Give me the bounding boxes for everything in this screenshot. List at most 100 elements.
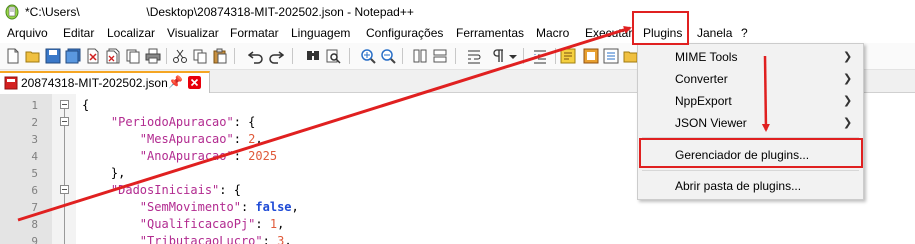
annotation-highlight-plugins-menu — [632, 11, 689, 45]
toolbar-separator — [234, 48, 235, 64]
line-number-gutter: 1 2 3 4 5 6 7 8 9 — [0, 94, 52, 244]
menu-macro[interactable]: Macro — [536, 26, 569, 41]
code-line-4: "AnoApuracao": 2025 — [139, 149, 278, 163]
menu-item-open-plugins-folder[interactable]: Abrir pasta de plugins... — [675, 179, 801, 193]
menu-formatar[interactable]: Formatar — [230, 26, 279, 41]
line-number: 1 — [31, 99, 38, 112]
zoom-out-icon[interactable] — [380, 48, 396, 64]
json-key: "SemMovimento" — [139, 200, 241, 214]
json-key: "MesApuracao" — [139, 132, 234, 146]
save-all-icon[interactable] — [65, 48, 81, 64]
annotation-highlight-plugins-admin — [639, 138, 863, 168]
chevron-right-icon: ❯ — [843, 72, 853, 85]
toolbar-separator — [455, 48, 456, 64]
json-key: "DadosIniciais" — [110, 183, 220, 197]
code-line-7: "SemMovimento": false, — [139, 200, 299, 214]
toolbar-separator — [349, 48, 350, 64]
new-file-icon[interactable] — [5, 48, 21, 64]
menu-item-converter[interactable]: Converter — [675, 72, 728, 86]
show-all-chars-icon[interactable] — [490, 48, 506, 64]
line-number: 8 — [31, 218, 38, 231]
plugins-dropdown-menu: MIME Tools ❯ Converter ❯ NppExport ❯ JSO… — [637, 43, 864, 200]
menu-janela[interactable]: Janela — [697, 26, 732, 41]
undo-icon[interactable] — [248, 48, 264, 64]
fold-guide-line — [64, 106, 65, 244]
copy-icon[interactable] — [192, 48, 208, 64]
line-number: 2 — [31, 116, 38, 129]
pin-icon[interactable]: 📌 — [168, 75, 183, 89]
toolbar-separator — [166, 48, 167, 64]
close-all-icon[interactable] — [105, 48, 121, 64]
toolbar-separator — [402, 48, 403, 64]
fold-toggle[interactable] — [60, 117, 69, 126]
file-modified-icon — [4, 76, 18, 90]
notepadpp-app-icon — [5, 4, 19, 20]
open-file-icon[interactable] — [25, 48, 41, 64]
json-key: "PeriodoApuracao" — [110, 115, 234, 129]
chevron-right-icon: ❯ — [843, 50, 853, 63]
menu-separator — [642, 170, 859, 171]
tab-file[interactable]: 20874318-MIT-202502.json 📌 — [0, 71, 210, 93]
doc-map-icon[interactable] — [583, 48, 599, 64]
menu-item-json-viewer[interactable]: JSON Viewer — [675, 116, 747, 130]
menu-editar[interactable]: Editar — [63, 26, 94, 41]
line-number: 6 — [31, 184, 38, 197]
menu-ferramentas[interactable]: Ferramentas — [456, 26, 524, 41]
udl-icon[interactable] — [560, 48, 576, 64]
fold-toggle[interactable] — [60, 100, 69, 109]
line-number: 9 — [31, 235, 38, 244]
json-brace: }, — [110, 166, 126, 180]
json-bool: false — [255, 200, 292, 214]
line-number: 7 — [31, 201, 38, 214]
word-wrap-icon[interactable] — [466, 48, 482, 64]
chevron-down-icon[interactable] — [508, 48, 518, 64]
close-tab-icon[interactable] — [188, 76, 201, 89]
copy-file-icon[interactable] — [125, 48, 141, 64]
menu-localizar[interactable]: Localizar — [107, 26, 155, 41]
code-line-5: }, — [82, 165, 125, 182]
replace-icon[interactable] — [325, 48, 341, 64]
menu-help[interactable]: ? — [741, 26, 748, 41]
code-line-6: "DadosIniciais": { — [110, 183, 241, 197]
code-line-3: "MesApuracao": 2, — [139, 132, 263, 146]
chevron-right-icon: ❯ — [843, 94, 853, 107]
json-key: "TributacaoLucro" — [139, 234, 263, 244]
paste-icon[interactable] — [212, 48, 228, 64]
title-bar: *C:\Users\ \Desktop\20874318-MIT-202502.… — [0, 0, 915, 24]
menu-item-nppexport[interactable]: NppExport — [675, 94, 732, 108]
line-number: 3 — [31, 133, 38, 146]
menu-configuracoes[interactable]: Configurações — [366, 26, 443, 41]
line-number: 4 — [31, 150, 38, 163]
code-line-2: "PeriodoApuracao": { — [110, 115, 256, 129]
line-number: 5 — [31, 167, 38, 180]
json-number: 2025 — [248, 149, 278, 163]
toolbar-separator — [523, 48, 524, 64]
print-icon[interactable] — [145, 48, 161, 64]
redo-icon[interactable] — [268, 48, 284, 64]
sync-vertical-icon[interactable] — [412, 48, 428, 64]
tab-filename: 20874318-MIT-202502.json — [21, 76, 168, 90]
json-key: "QualificacaoPj" — [139, 217, 256, 231]
save-icon[interactable] — [45, 48, 61, 64]
json-number: 1 — [269, 217, 278, 231]
fold-toggle[interactable] — [60, 185, 69, 194]
code-line-8: "QualificacaoPj": 1, — [139, 217, 285, 231]
indent-guide-icon[interactable] — [532, 48, 548, 64]
chevron-right-icon: ❯ — [843, 116, 853, 129]
menu-bar: Arquivo Editar Localizar Visualizar Form… — [0, 24, 915, 43]
close-file-icon[interactable] — [85, 48, 101, 64]
zoom-in-icon[interactable] — [360, 48, 376, 64]
menu-executar[interactable]: Executar — [585, 26, 632, 41]
menu-arquivo[interactable]: Arquivo — [7, 26, 48, 41]
menu-linguagem[interactable]: Linguagem — [291, 26, 350, 41]
find-icon[interactable] — [305, 48, 321, 64]
function-list-icon[interactable] — [603, 48, 619, 64]
code-line-9: "TributacaoLucro": 3, — [82, 233, 292, 244]
menu-visualizar[interactable]: Visualizar — [167, 26, 219, 41]
menu-item-mime-tools[interactable]: MIME Tools — [675, 50, 737, 64]
window-title: *C:\Users\ \Desktop\20874318-MIT-202502.… — [25, 5, 414, 19]
json-key: "AnoApuracao" — [139, 149, 234, 163]
cut-icon[interactable] — [172, 48, 188, 64]
sync-horizontal-icon[interactable] — [432, 48, 448, 64]
toolbar-separator — [555, 48, 556, 64]
